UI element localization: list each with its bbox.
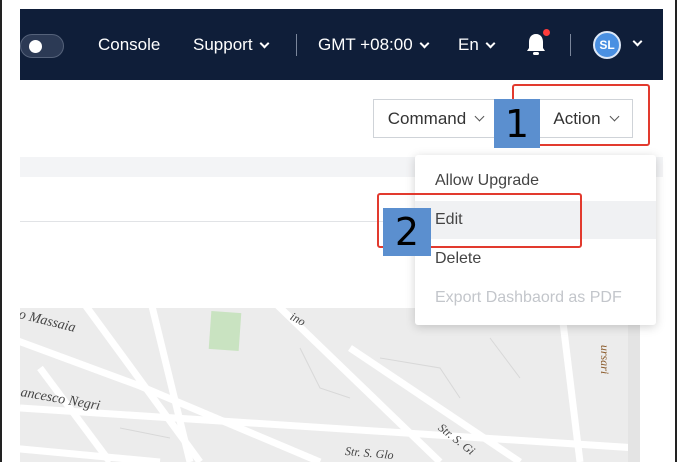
panel-divider bbox=[20, 221, 420, 222]
console-label: Console bbox=[98, 35, 161, 54]
chevron-down-icon[interactable] bbox=[632, 36, 643, 47]
chevron-down-icon bbox=[419, 38, 430, 48]
notification-dot bbox=[543, 29, 550, 36]
support-label: Support bbox=[193, 35, 253, 54]
menu-item-export-pdf: Export Dashbaord as PDF bbox=[415, 279, 656, 317]
step-number: 2 bbox=[394, 210, 420, 254]
timezone-label: GMT +08:00 bbox=[318, 35, 413, 54]
notification-bell-icon[interactable] bbox=[525, 32, 547, 56]
language-selector[interactable]: En bbox=[458, 35, 496, 55]
map-scrollbar[interactable] bbox=[628, 308, 640, 462]
map-roads bbox=[20, 308, 637, 462]
map-view[interactable]: o Massaia ancesco Negri ino Str. S. Glo … bbox=[20, 308, 637, 462]
menu-item-label: Export Dashbaord as PDF bbox=[435, 289, 622, 306]
user-avatar[interactable]: SL bbox=[593, 31, 621, 59]
chevron-down-icon bbox=[485, 38, 496, 48]
nav-divider bbox=[570, 34, 571, 56]
timezone-selector[interactable]: GMT +08:00 bbox=[318, 35, 430, 55]
step-badge-1: 1 bbox=[494, 99, 540, 148]
language-label: En bbox=[458, 35, 479, 54]
avatar-initials: SL bbox=[599, 38, 615, 52]
chevron-down-icon bbox=[259, 38, 269, 48]
window-border-left bbox=[0, 0, 2, 462]
app-window: Console Support GMT +08:00 En SL o Massa… bbox=[0, 0, 677, 462]
nav-divider bbox=[296, 34, 297, 56]
menu-item-label: Allow Upgrade bbox=[435, 172, 540, 189]
map-label: ursari bbox=[598, 344, 613, 375]
chevron-down-icon bbox=[474, 111, 485, 121]
toggle-knob bbox=[29, 40, 42, 53]
step-number: 1 bbox=[504, 101, 530, 146]
command-button[interactable]: Command bbox=[373, 99, 498, 138]
top-navbar: Console Support GMT +08:00 En SL bbox=[20, 9, 663, 80]
console-link[interactable]: Console bbox=[98, 35, 160, 55]
step-badge-2: 2 bbox=[383, 208, 431, 256]
support-menu[interactable]: Support bbox=[193, 35, 269, 55]
menu-item-label: Delete bbox=[435, 250, 482, 267]
command-label: Command bbox=[387, 108, 467, 128]
theme-toggle[interactable] bbox=[20, 34, 64, 58]
map-label: Str. S. Glo bbox=[344, 443, 395, 462]
